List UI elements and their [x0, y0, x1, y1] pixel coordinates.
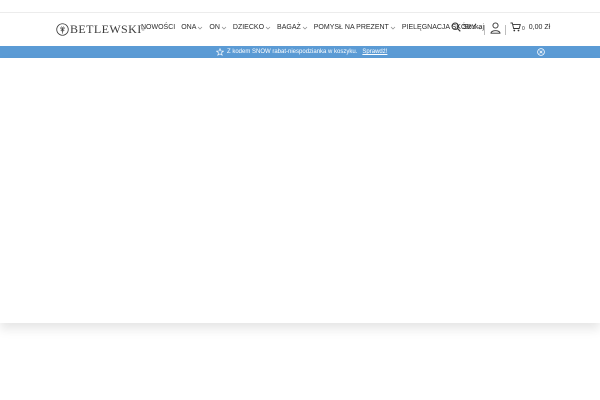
nav-item-nowosci[interactable]: NOWOŚCI	[141, 24, 175, 31]
nav-item-pomysl-na-prezent[interactable]: POMYSŁ NA PREZENT	[314, 24, 396, 31]
chevron-down-icon	[265, 26, 271, 29]
promo-text: Z kodem SNOW rabat-niespodzianka w koszy…	[227, 49, 358, 55]
main-content-area	[0, 58, 600, 323]
cart-count: 0	[522, 26, 525, 32]
nav-item-dziecko[interactable]: DZIECKO	[233, 24, 271, 31]
chevron-down-icon	[302, 26, 308, 29]
nav-item-label: NOWOŚCI	[141, 24, 176, 31]
cart-icon	[510, 22, 521, 32]
header-separator	[484, 25, 485, 35]
site-header: BETLEWSKI ® NOWOŚCI ONA ON DZIECKO BAGAŻ…	[0, 13, 600, 46]
main-nav: NOWOŚCI ONA ON DZIECKO BAGAŻ POMYSŁ NA P…	[141, 24, 489, 31]
close-icon[interactable]	[537, 48, 545, 56]
nav-item-bagaz[interactable]: BAGAŻ	[277, 24, 308, 31]
user-icon[interactable]	[490, 22, 501, 34]
promo-banner-content: Z kodem SNOW rabat-niespodzianka w koszy…	[216, 48, 387, 56]
brand-logo[interactable]: BETLEWSKI ®	[56, 21, 145, 37]
search-button[interactable]: Szukaj	[451, 22, 484, 32]
promo-link[interactable]: Sprawdź!	[362, 49, 387, 55]
nav-item-label: ONA	[181, 24, 197, 31]
nav-item-label: POMYSŁ NA PREZENT	[313, 24, 389, 31]
cart-button[interactable]: 0 0,00 Zł	[510, 22, 550, 32]
nav-item-label: BAGAŻ	[277, 24, 301, 31]
search-label: Szukaj	[463, 23, 485, 31]
nav-item-on[interactable]: ON	[209, 24, 227, 31]
logo-text: BETLEWSKI	[70, 21, 142, 36]
chevron-down-icon	[221, 26, 227, 29]
header-separator	[505, 25, 506, 35]
cart-total: 0,00 Zł	[528, 23, 551, 31]
star-icon	[216, 48, 224, 56]
promo-banner: Z kodem SNOW rabat-niespodzianka w koszy…	[0, 46, 600, 58]
nav-item-label: DZIECKO	[232, 24, 265, 31]
chevron-down-icon	[198, 26, 203, 29]
search-icon	[451, 22, 461, 32]
tree-logo-icon	[56, 22, 69, 36]
nav-item-ona[interactable]: ONA	[181, 24, 203, 31]
nav-item-label: ON	[209, 24, 220, 31]
chevron-down-icon	[390, 26, 396, 29]
